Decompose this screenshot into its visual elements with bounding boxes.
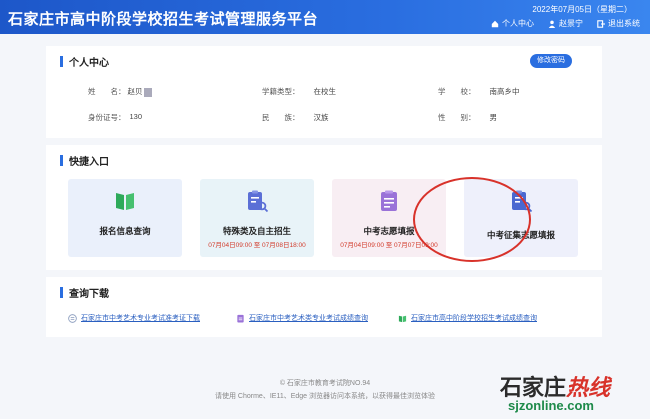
quick-entry-heading: 快捷入口 (60, 153, 109, 168)
name-label: 姓 名： (88, 87, 126, 96)
card-date-range: 07月04日09:00 至 07月07日09:00 (340, 242, 438, 249)
download-link-label: 石家庄市中考艺术专业考试准考证下载 (81, 315, 200, 322)
personal-center-heading: 个人中心 (60, 54, 109, 69)
nation-label: 民 族： (262, 113, 300, 122)
logout-icon (597, 19, 605, 28)
gender-field: 性 别： 男 (438, 112, 497, 123)
id-value: 130 (129, 112, 143, 121)
book-icon (116, 193, 134, 210)
id-field: 身份证号： 130 (88, 112, 142, 123)
roll-type-value: 在校生 (313, 87, 337, 96)
user-icon (548, 20, 556, 28)
info-row-1: 姓 名： 赵贝 学籍类型： 在校生 学 校： 南高乡中 (46, 86, 602, 98)
quick-entry-panel: 快捷入口 报名信息查询 特殊类及自主招生 07月04日09:00 至 07月08… (46, 145, 602, 270)
current-date: 2022年07月05日（星期二） (532, 5, 632, 14)
clipboard-icon (237, 314, 244, 323)
accent-bar (60, 56, 63, 67)
clipboard-search-icon (248, 190, 269, 213)
info-row-2: 身份证号： 130 民 族： 汉族 性 别： 男 (46, 112, 602, 124)
query-download-heading: 查询下载 (60, 285, 109, 300)
card-label: 中考征集志愿填报 (486, 230, 555, 240)
change-password-button[interactable]: 修改密码 (530, 54, 572, 68)
card-special-admission[interactable]: 特殊类及自主招生 07月04日09:00 至 07月08日18:00 (200, 179, 314, 257)
nav-user-label: 赵景宁 (559, 19, 583, 28)
nav-user[interactable]: 赵景宁 (548, 18, 583, 29)
card-registration-query[interactable]: 报名信息查询 (68, 179, 182, 257)
nation-field: 民 族： 汉族 (262, 112, 329, 123)
personal-center-panel: 个人中心 修改密码 姓 名： 赵贝 学籍类型： 在校生 学 校： 南高乡中 身份… (46, 46, 602, 138)
query-download-title: 查询下载 (69, 289, 109, 300)
home-icon (491, 20, 499, 27)
accent-bar (60, 155, 63, 166)
personal-center-title: 个人中心 (69, 58, 109, 69)
card-label: 中考志愿填报 (363, 226, 415, 236)
nation-value: 汉族 (313, 113, 329, 122)
name-field: 姓 名： 赵贝 (88, 86, 152, 97)
exam-score-query-link[interactable]: 石家庄市高中阶段学校招生考试成绩查询 (398, 313, 537, 323)
card-label: 报名信息查询 (99, 226, 151, 236)
clipboard-search-icon (512, 190, 533, 213)
nav-logout-label: 退出系统 (608, 19, 640, 28)
school-field: 学 校： 南高乡中 (438, 86, 520, 97)
download-admission-ticket-link[interactable]: 石家庄市中考艺术专业考试准考证下载 (68, 313, 200, 323)
download-link-label: 石家庄市高中阶段学校招生考试成绩查询 (411, 315, 537, 322)
masked-name (143, 87, 152, 97)
card-volunteer-fill[interactable]: 中考志愿填报 07月04日09:00 至 07月07日09:00 (332, 179, 446, 257)
school-label: 学 校： (438, 87, 476, 96)
clipboard-icon (381, 190, 397, 211)
book-icon (398, 315, 407, 322)
quick-entry-title: 快捷入口 (69, 157, 109, 168)
card-collect-volunteer-fill[interactable]: 中考征集志愿填报 (464, 179, 578, 257)
id-label: 身份证号： (88, 113, 126, 122)
query-download-panel: 查询下载 石家庄市中考艺术专业考试准考证下载 石家庄市中考艺术类专业考试成绩查询… (46, 277, 602, 337)
platform-title: 石家庄市高中阶段学校招生考试管理服务平台 (8, 10, 319, 28)
school-value: 南高乡中 (489, 87, 520, 96)
nav-personal-center[interactable]: 个人中心 (491, 18, 534, 29)
top-header: 石家庄市高中阶段学校招生考试管理服务平台 2022年07月05日（星期二） 个人… (0, 0, 650, 34)
art-score-query-link[interactable]: 石家庄市中考艺术类专业考试成绩查询 (236, 313, 368, 323)
header-nav: 个人中心 赵景宁 退出系统 (491, 18, 640, 29)
nav-logout[interactable]: 退出系统 (597, 18, 640, 29)
gender-label: 性 别： (438, 113, 476, 122)
document-icon (68, 313, 77, 323)
roll-type-field: 学籍类型： 在校生 (262, 86, 336, 97)
watermark-url: sjzonline.com (508, 398, 594, 413)
accent-bar (60, 287, 63, 298)
roll-type-label: 学籍类型： (262, 87, 300, 96)
card-date-range: 07月04日09:00 至 07月08日18:00 (208, 242, 306, 249)
name-value: 赵贝 (127, 87, 143, 96)
gender-value: 男 (489, 113, 498, 122)
download-link-label: 石家庄市中考艺术类专业考试成绩查询 (249, 315, 368, 322)
card-label: 特殊类及自主招生 (222, 226, 291, 236)
nav-personal-center-label: 个人中心 (502, 19, 534, 28)
